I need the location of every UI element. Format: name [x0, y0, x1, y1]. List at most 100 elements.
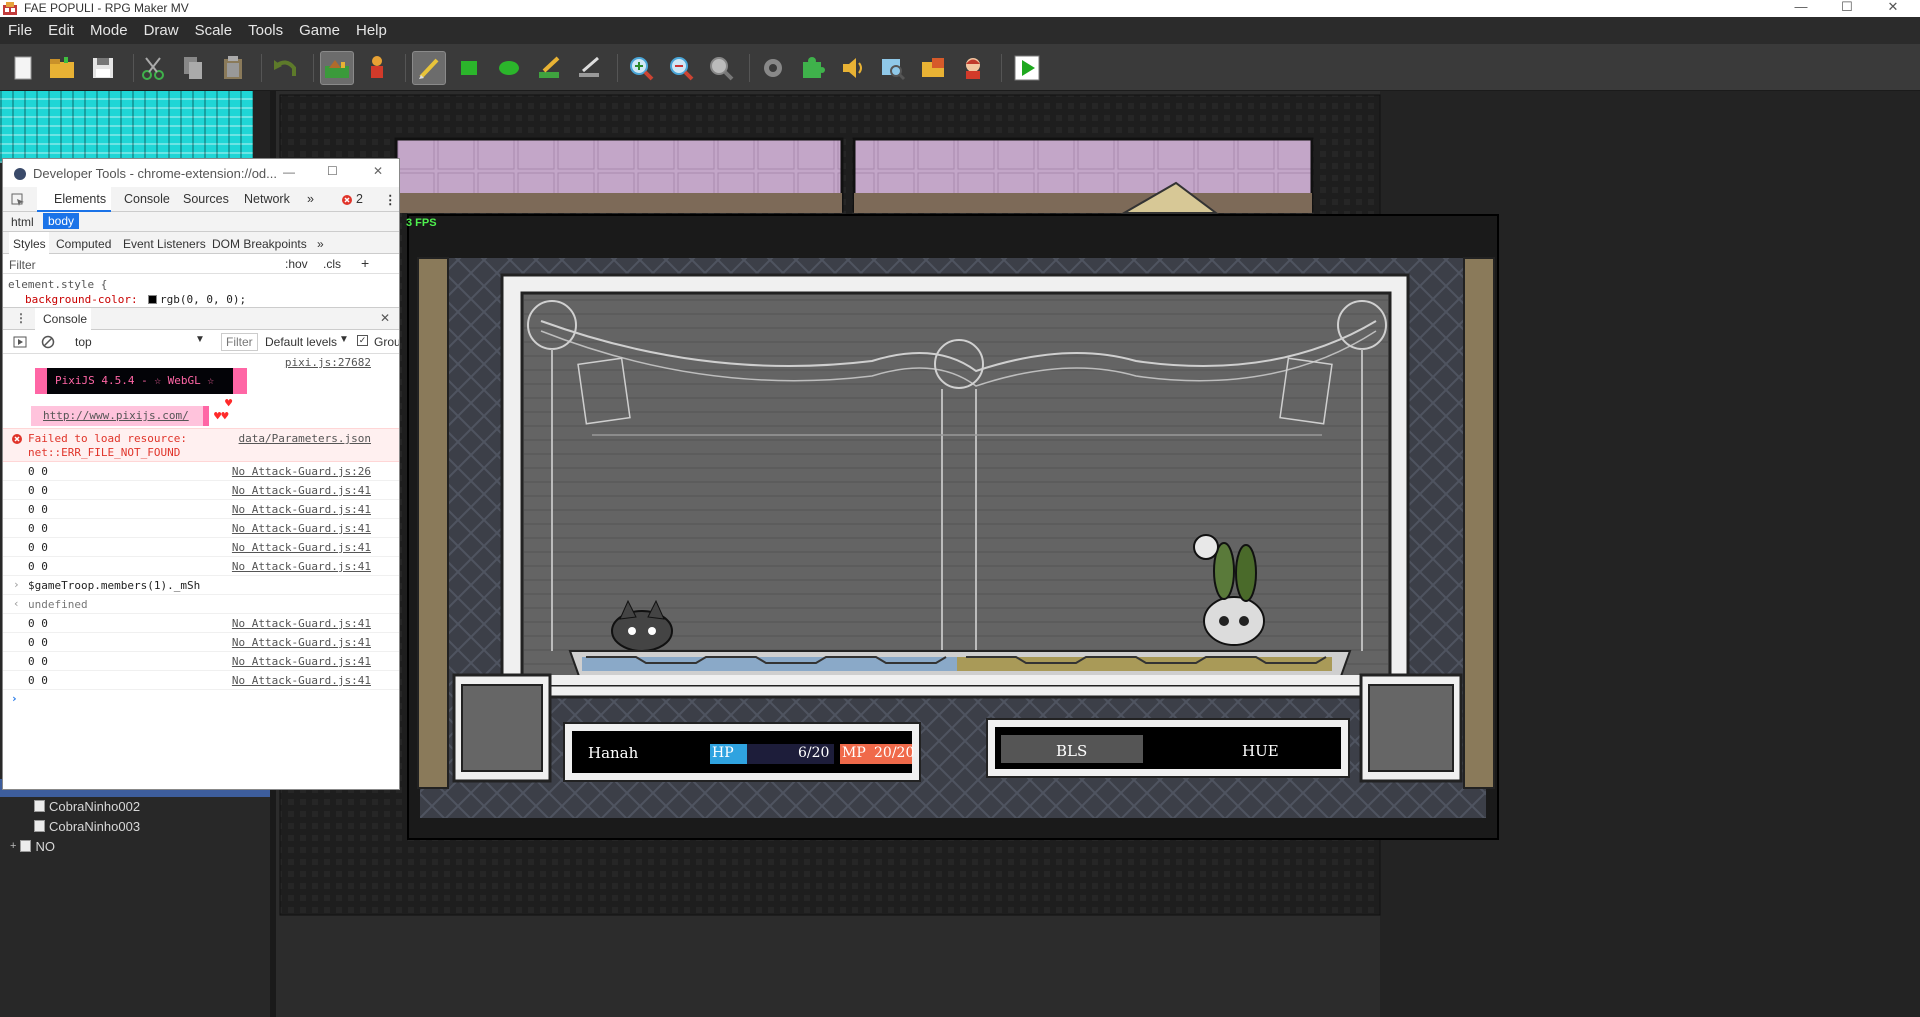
- devtools-menu-icon[interactable]: ⋮: [384, 192, 397, 207]
- error-source-link[interactable]: data/Parameters.json: [239, 432, 371, 445]
- event-mode-button[interactable]: [360, 51, 394, 85]
- new-project-button[interactable]: [6, 51, 40, 85]
- menu-edit[interactable]: Edit: [40, 22, 82, 39]
- console-prompt[interactable]: ›: [11, 692, 18, 705]
- zoom-out-button[interactable]: [664, 51, 698, 85]
- log-levels-dropdown[interactable]: Default levels: [265, 335, 337, 349]
- subtab-styles[interactable]: Styles: [13, 237, 46, 251]
- crumb-body[interactable]: body: [43, 213, 80, 229]
- context-selector[interactable]: top: [75, 335, 92, 349]
- menu-help[interactable]: Help: [348, 22, 395, 39]
- rectangle-tool-button[interactable]: [452, 51, 486, 85]
- devtools-maximize[interactable]: ☐: [327, 164, 338, 178]
- map-tree-item[interactable]: + NO: [10, 837, 55, 855]
- log-message: 0 0: [28, 503, 48, 516]
- console-filter-input[interactable]: Filter: [221, 333, 258, 351]
- minimize-button[interactable]: —: [1778, 0, 1824, 17]
- cut-button[interactable]: [136, 51, 170, 85]
- menu-file[interactable]: File: [0, 22, 40, 39]
- tab-elements[interactable]: Elements: [54, 192, 106, 206]
- log-source-link[interactable]: No Attack-Guard.js:41: [232, 655, 371, 668]
- inspect-element-icon[interactable]: [11, 193, 25, 207]
- copy-button[interactable]: [176, 51, 210, 85]
- subtab-event-listeners[interactable]: Event Listeners: [123, 237, 206, 251]
- pixi-url-link[interactable]: http://www.pixijs.com/: [43, 409, 189, 422]
- error-message-line1: Failed to load resource:: [28, 432, 187, 445]
- console-drawer-tab[interactable]: Console: [43, 312, 87, 326]
- log-source-link[interactable]: No Attack-Guard.js:26: [232, 465, 371, 478]
- actual-size-button[interactable]: [704, 51, 738, 85]
- hov-toggle[interactable]: :hov: [285, 257, 308, 271]
- playtest-button[interactable]: [1010, 51, 1044, 85]
- paste-button[interactable]: [216, 51, 250, 85]
- shadow-pen-button[interactable]: [572, 51, 606, 85]
- log-row: 0 0 No Attack-Guard.js:41: [3, 519, 399, 538]
- menu-draw[interactable]: Draw: [136, 22, 187, 39]
- rectangle-icon: [461, 61, 477, 75]
- character-generator-button[interactable]: [956, 51, 990, 85]
- sound-test-button[interactable]: [836, 51, 870, 85]
- more-tabs-button[interactable]: »: [307, 192, 314, 206]
- clear-console-icon[interactable]: [41, 335, 55, 349]
- tab-sources[interactable]: Sources: [183, 192, 229, 206]
- console-prompt-row[interactable]: ›: [3, 690, 399, 712]
- map-tree-item[interactable]: CobraNinho003: [34, 817, 140, 835]
- cls-toggle[interactable]: .cls: [323, 257, 341, 271]
- new-style-rule-button[interactable]: +: [361, 255, 369, 271]
- map-editor-canvas[interactable]: Hanah HP 6/20 MP 20/20 BLS HUE: [276, 91, 1920, 1017]
- log-source-link[interactable]: No Attack-Guard.js:41: [232, 617, 371, 630]
- log-source-link[interactable]: No Attack-Guard.js:41: [232, 484, 371, 497]
- menu-tools[interactable]: Tools: [240, 22, 291, 39]
- log-source-link[interactable]: No Attack-Guard.js:41: [232, 560, 371, 573]
- undo-button[interactable]: [268, 51, 302, 85]
- log-source-link[interactable]: No Attack-Guard.js:41: [232, 522, 371, 535]
- map-mode-button[interactable]: [320, 51, 354, 85]
- log-source-link[interactable]: No Attack-Guard.js:41: [232, 503, 371, 516]
- command-bls[interactable]: BLS: [1056, 742, 1087, 760]
- open-project-button[interactable]: [45, 51, 79, 85]
- styles-filter-input[interactable]: Filter: [9, 258, 36, 272]
- database-button[interactable]: [756, 51, 790, 85]
- log-source-link[interactable]: No Attack-Guard.js:41: [232, 674, 371, 687]
- crumb-html[interactable]: html: [11, 215, 34, 229]
- log-source-link[interactable]: No Attack-Guard.js:41: [232, 636, 371, 649]
- subtab-dom-breakpoints[interactable]: DOM Breakpoints: [212, 237, 307, 251]
- save-project-button[interactable]: [86, 51, 120, 85]
- menu-scale[interactable]: Scale: [187, 22, 241, 39]
- close-window-button[interactable]: ✕: [1870, 0, 1916, 17]
- color-swatch[interactable]: [148, 295, 157, 304]
- map-tree-item[interactable]: CobraNinho002: [34, 797, 140, 815]
- chevron-down-icon[interactable]: ▼: [195, 334, 205, 345]
- styles-subtab-bar: Styles Computed Event Listeners DOM Brea…: [3, 232, 399, 254]
- log-source-link[interactable]: pixi.js:27682: [285, 356, 371, 369]
- drawer-menu-icon[interactable]: ⋮: [15, 311, 27, 325]
- error-count[interactable]: 2: [356, 192, 363, 206]
- log-source-link[interactable]: No Attack-Guard.js:41: [232, 541, 371, 554]
- style-property[interactable]: background-color:: [25, 293, 138, 306]
- plugin-manager-button[interactable]: [796, 51, 830, 85]
- zoom-in-button[interactable]: [624, 51, 658, 85]
- tab-console[interactable]: Console: [124, 192, 170, 206]
- resource-manager-button[interactable]: [916, 51, 950, 85]
- style-value[interactable]: rgb(0, 0, 0);: [160, 293, 246, 306]
- event-searcher-button[interactable]: [876, 51, 910, 85]
- menu-game[interactable]: Game: [291, 22, 348, 39]
- subtab-computed[interactable]: Computed: [56, 237, 111, 251]
- sidebar-toggle-icon[interactable]: [13, 336, 27, 348]
- pencil-icon: [419, 58, 439, 79]
- chevron-down-icon[interactable]: ▼: [339, 334, 349, 345]
- command-hue[interactable]: HUE: [1242, 742, 1279, 760]
- tab-network[interactable]: Network: [244, 192, 290, 206]
- fill-tool-button[interactable]: [532, 51, 566, 85]
- more-subtabs-button[interactable]: »: [317, 237, 324, 251]
- menu-mode[interactable]: Mode: [82, 22, 136, 39]
- devtools-close[interactable]: ✕: [373, 164, 383, 178]
- close-drawer-button[interactable]: ✕: [380, 311, 390, 325]
- pencil-tool-button[interactable]: [412, 51, 446, 85]
- maximize-button[interactable]: ☐: [1824, 0, 1870, 17]
- group-checkbox[interactable]: ✓: [357, 335, 368, 346]
- ellipse-tool-button[interactable]: [492, 51, 526, 85]
- tileset-palette[interactable]: [0, 91, 253, 163]
- tree-expander[interactable]: +: [10, 840, 16, 852]
- devtools-minimize[interactable]: —: [283, 165, 295, 179]
